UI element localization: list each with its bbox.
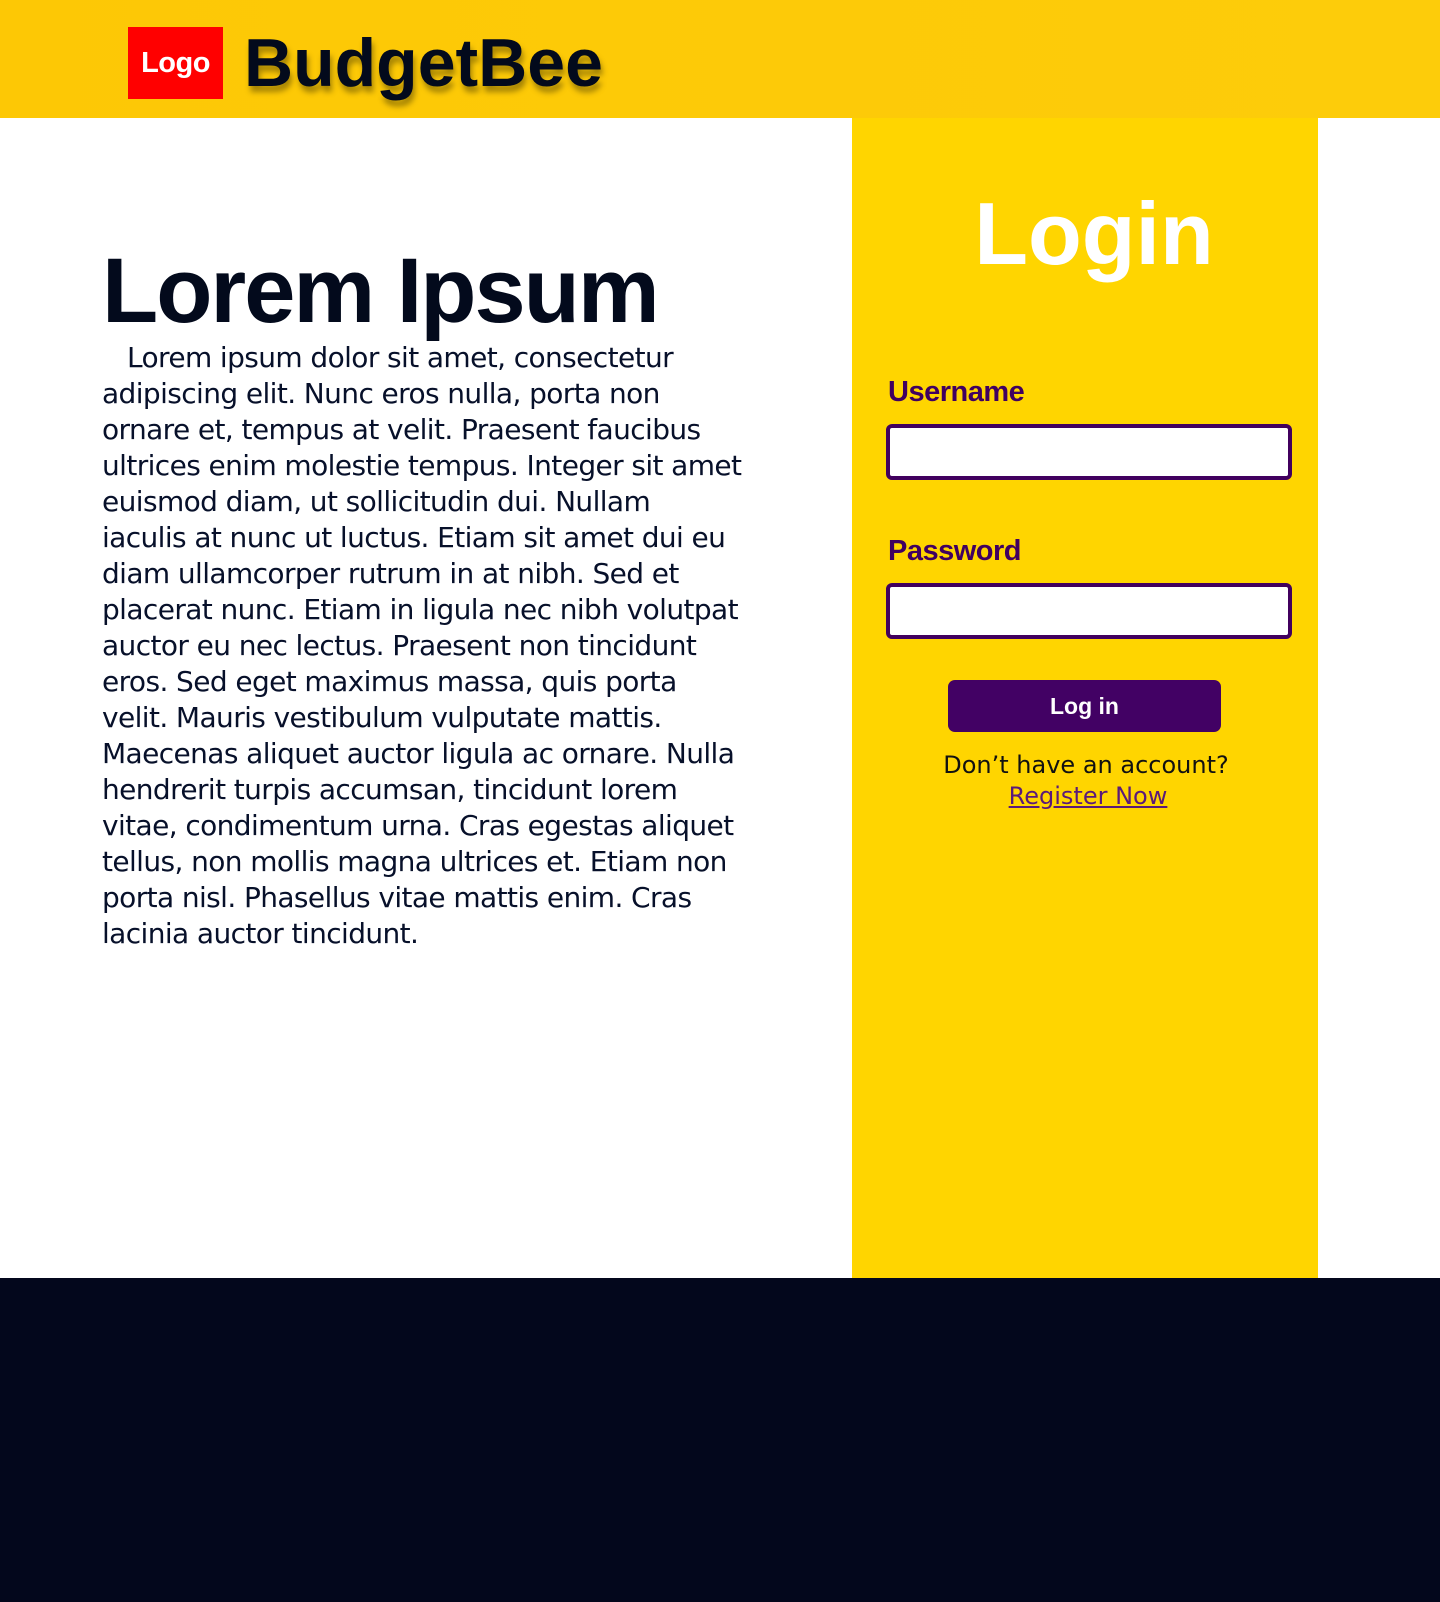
username-label: Username <box>888 376 1025 408</box>
site-header: Logo BudgetBee <box>0 0 1440 118</box>
login-button[interactable]: Log in <box>948 680 1221 732</box>
no-account-text: Don’t have an account? <box>943 751 1229 779</box>
site-footer <box>0 1278 1440 1602</box>
hero-title: Lorem Ipsum <box>102 240 660 342</box>
register-now-link[interactable]: Register Now <box>852 781 1318 811</box>
logo[interactable]: Logo <box>128 27 223 99</box>
login-panel: Login Username Password Log in Don’t hav… <box>852 118 1318 1278</box>
password-label: Password <box>888 535 1022 567</box>
password-input[interactable] <box>886 583 1292 639</box>
login-title: Login <box>974 184 1214 283</box>
username-input[interactable] <box>886 424 1292 480</box>
hero-body-text: Lorem ipsum dolor sit amet, consectetur … <box>102 341 742 950</box>
brand-name[interactable]: BudgetBee <box>244 18 603 108</box>
